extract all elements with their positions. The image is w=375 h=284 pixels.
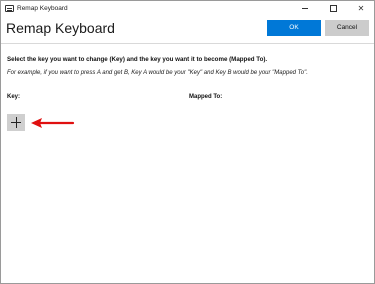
cancel-button[interactable]: Cancel [325, 20, 369, 36]
title-bar[interactable]: Remap Keyboard ✕ [1, 1, 374, 18]
keyboard-icon [5, 5, 14, 12]
header-divider [1, 43, 374, 44]
add-mapping-button[interactable] [7, 114, 25, 131]
red-arrow-icon [31, 118, 75, 128]
page-title: Remap Keyboard [6, 20, 115, 36]
minimize-icon [302, 8, 308, 10]
example-text: For example, if you want to press A and … [7, 70, 308, 76]
minimize-button[interactable] [295, 1, 315, 17]
close-button[interactable]: ✕ [351, 1, 371, 17]
close-icon: ✕ [357, 4, 365, 13]
remap-keyboard-window: Remap Keyboard ✕ Remap Keyboard OK Cance… [0, 0, 375, 284]
maximize-button[interactable] [323, 1, 343, 17]
ok-button[interactable]: OK [267, 20, 321, 36]
maximize-icon [329, 5, 337, 13]
mapped-to-column-header: Mapped To: [189, 94, 223, 100]
key-column-header: Key: [7, 94, 21, 100]
instruction-text: Select the key you want to change (Key) … [7, 56, 268, 63]
window-title: Remap Keyboard [17, 5, 68, 12]
